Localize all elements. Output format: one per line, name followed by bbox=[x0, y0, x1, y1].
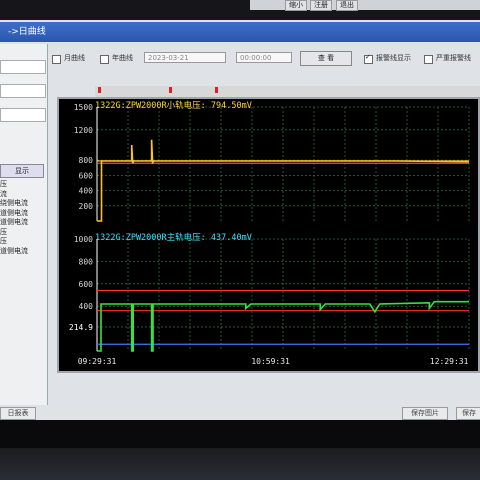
list-item[interactable]: 流 bbox=[0, 190, 44, 200]
x-tick-label: 09:29:31 bbox=[78, 357, 117, 366]
serious-alarm-line-checkbox[interactable] bbox=[424, 55, 433, 64]
y-tick-label: 1500 bbox=[74, 103, 93, 112]
x-tick-label: 12:29:31 bbox=[430, 357, 469, 366]
list-item[interactable]: 压 bbox=[0, 228, 44, 238]
toolbar-button-3[interactable]: 退出 bbox=[336, 0, 358, 11]
y-tick-label: 600 bbox=[79, 280, 94, 289]
desk-surface bbox=[0, 448, 480, 480]
window-title: ->日曲线 bbox=[0, 22, 480, 42]
left-select-3[interactable] bbox=[0, 108, 46, 122]
left-select-2[interactable] bbox=[0, 84, 46, 98]
alarm-marker bbox=[98, 87, 101, 93]
y-tick-label: 800 bbox=[79, 257, 94, 266]
x-tick-label: 10:59:31 bbox=[251, 357, 290, 366]
bottom-toolbar: 日报表 保存图片 保存 bbox=[0, 405, 480, 420]
left-select-1[interactable] bbox=[0, 60, 46, 74]
y-tick-label: 800 bbox=[79, 156, 94, 165]
left-panel: 显示 压 流 绕侧电流 道侧电流 道侧电流 压 压 道侧电流 bbox=[0, 44, 48, 420]
toolbar-button-1[interactable]: 缩小 bbox=[285, 0, 307, 11]
alarm-marker bbox=[215, 87, 218, 93]
list-item[interactable]: 绕侧电流 bbox=[0, 199, 44, 209]
y-tick-label: 200 bbox=[79, 202, 94, 211]
year-curve-label: 年曲线 bbox=[112, 54, 133, 62]
chart-title: 1322G:ZPW2000R主轨电压: 437.40mV bbox=[95, 232, 252, 243]
y-tick-label: 1000 bbox=[74, 235, 93, 244]
display-button[interactable]: 显示 bbox=[0, 164, 44, 178]
alarm-marker bbox=[169, 87, 172, 93]
query-controls: 月曲线 年曲线 2023-03-21 00:00:00 查 看 报警线显示 严重… bbox=[48, 50, 480, 70]
curve-list: 压 流 绕侧电流 道侧电流 道侧电流 压 压 道侧电流 bbox=[0, 180, 44, 256]
y-tick-label: 600 bbox=[79, 171, 94, 180]
y-tick-label: 1200 bbox=[74, 126, 93, 135]
month-curve-label: 月曲线 bbox=[64, 54, 85, 62]
alarm-line-checkbox[interactable] bbox=[364, 53, 373, 64]
serious-alarm-line-label: 严重报警线 bbox=[436, 54, 471, 62]
query-button[interactable]: 查 看 bbox=[300, 51, 352, 66]
y-tick-label: 400 bbox=[79, 302, 94, 311]
date-input[interactable]: 2023-03-21 bbox=[144, 52, 226, 63]
list-item[interactable]: 道侧电流 bbox=[0, 209, 44, 219]
curve-chart-panel: 1500 1200 800 600 400 200 1322G:ZPW2000R小轨电压: … bbox=[57, 97, 480, 373]
alarm-line-label: 报警线显示 bbox=[376, 54, 411, 62]
month-curve-checkbox[interactable] bbox=[52, 55, 61, 64]
daily-report-button[interactable]: 日报表 bbox=[0, 407, 36, 420]
chart-title: 1322G:ZPW2000R小轨电压: 794.50mV bbox=[95, 100, 252, 111]
time-input[interactable]: 00:00:00 bbox=[236, 52, 292, 63]
y-tick-label: 400 bbox=[79, 187, 94, 196]
curve-chart: 1500 1200 800 600 400 200 1322G:ZPW2000R小轨电压: … bbox=[69, 100, 470, 366]
toolbar-button-2[interactable]: 注册 bbox=[310, 0, 332, 11]
list-item[interactable]: 压 bbox=[0, 180, 44, 190]
y-tick-label: 214.9 bbox=[69, 323, 93, 332]
list-item[interactable]: 压 bbox=[0, 237, 44, 247]
list-item[interactable]: 道侧电流 bbox=[0, 247, 44, 257]
save-button[interactable]: 保存 bbox=[456, 407, 480, 420]
list-item[interactable]: 道侧电流 bbox=[0, 218, 44, 228]
year-curve-checkbox[interactable] bbox=[100, 55, 109, 64]
save-image-button[interactable]: 保存图片 bbox=[402, 407, 448, 420]
top-toolbar: 缩小 注册 退出 bbox=[250, 0, 480, 11]
